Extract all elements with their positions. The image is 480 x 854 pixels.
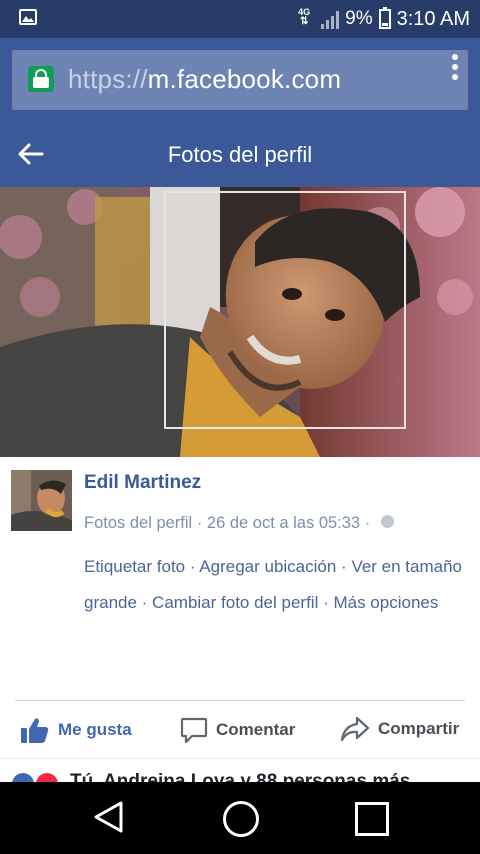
change-profile-photo-link[interactable]: Cambiar foto del perfil xyxy=(152,593,318,612)
like-button[interactable]: Me gusta xyxy=(20,716,132,744)
photo-actions: Etiquetar foto · Agregar ubicación · Ver… xyxy=(84,557,463,612)
comment-icon xyxy=(180,717,208,744)
status-bar: 4G ⇅ 9% 3:10 AM xyxy=(0,0,480,38)
address-bar[interactable]: https://m.facebook.com xyxy=(12,50,468,110)
battery-icon xyxy=(378,7,391,29)
reactions-summary[interactable]: Tú, Andreina Loya y 88 personas más xyxy=(0,758,480,785)
share-button[interactable]: Compartir xyxy=(340,716,459,742)
network-type-icon: 4G ⇅ xyxy=(298,7,311,27)
nav-recents-icon[interactable] xyxy=(355,802,389,836)
lock-icon[interactable] xyxy=(28,66,54,92)
profile-photo[interactable] xyxy=(0,187,480,457)
signal-strength-icon xyxy=(321,9,340,29)
avatar[interactable] xyxy=(11,470,72,531)
tag-photo-link[interactable]: Etiquetar foto xyxy=(84,557,185,576)
like-label: Me gusta xyxy=(58,720,132,739)
share-label: Compartir xyxy=(378,719,460,738)
browser-toolbar: https://m.facebook.com xyxy=(0,38,480,122)
comment-button[interactable]: Comentar xyxy=(180,716,295,744)
profile-crop-frame xyxy=(164,191,406,429)
comment-label: Comentar xyxy=(216,720,296,739)
page-header: Fotos del perfil xyxy=(0,122,480,187)
action-bar: Me gusta Comentar Compartir xyxy=(0,700,480,758)
navigation-bar xyxy=(0,782,480,854)
overflow-menu-icon[interactable] xyxy=(452,54,458,82)
post-date[interactable]: 26 de oct a las 05:33 xyxy=(207,514,360,532)
page-title: Fotos del perfil xyxy=(167,142,313,167)
more-options-link[interactable]: Más opciones xyxy=(333,593,438,612)
thumbs-up-icon xyxy=(21,718,49,743)
url-text[interactable]: https://m.facebook.com xyxy=(68,64,341,95)
author-name[interactable]: Edil Martinez xyxy=(84,472,201,494)
nav-home-icon[interactable] xyxy=(223,801,259,837)
album-link[interactable]: Fotos del perfil xyxy=(84,514,192,532)
battery-percent: 9% xyxy=(345,8,373,29)
share-arrow-icon xyxy=(340,716,370,742)
image-notification-icon xyxy=(19,9,37,25)
nav-back-icon[interactable] xyxy=(92,801,124,833)
add-location-link[interactable]: Agregar ubicación xyxy=(199,557,336,576)
globe-icon xyxy=(380,515,394,529)
clock: 3:10 AM xyxy=(396,7,470,30)
post-meta: Fotos del perfil · 26 de oct a las 05:33… xyxy=(84,514,394,533)
